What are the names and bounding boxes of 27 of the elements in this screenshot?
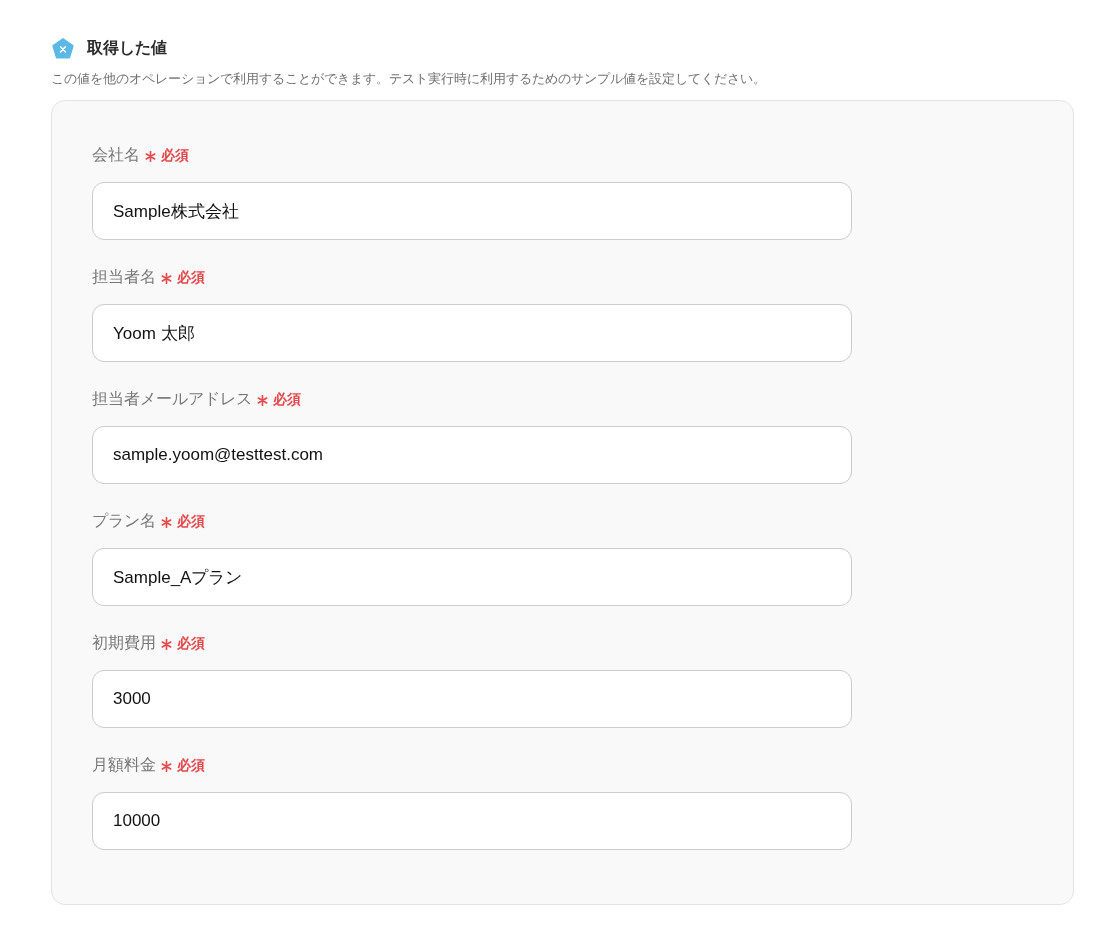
required-text: 必須 (273, 390, 301, 409)
input-field[interactable]: Sample_Aプラン (92, 548, 852, 606)
input-field[interactable]: sample.yoom@testtest.com (92, 426, 852, 484)
field-label: 会社名 (92, 145, 140, 165)
asterisk-icon (145, 151, 156, 162)
field-label: 月額料金 (92, 755, 156, 775)
input-field[interactable]: Yoom 太郎 (92, 304, 852, 362)
asterisk-icon (161, 639, 172, 650)
asterisk-icon (161, 273, 172, 284)
required-text: 必須 (177, 634, 205, 653)
section-title: 取得した値 (87, 38, 167, 58)
field-label: プラン名 (92, 511, 156, 531)
required-text: 必須 (177, 268, 205, 287)
section-description: この値を他のオペレーションで利用することができます。テスト実行時に利用するためのサンプル値を設定してください。 (51, 71, 767, 88)
asterisk-icon (161, 761, 172, 772)
field-label: 初期費用 (92, 633, 156, 653)
input-field[interactable]: 10000 (92, 792, 852, 850)
input-field[interactable]: 3000 (92, 670, 852, 728)
asterisk-icon (161, 517, 172, 528)
required-text: 必須 (161, 146, 189, 165)
pentagon-x-icon (52, 37, 74, 59)
input-field[interactable]: Sample株式会社 (92, 182, 852, 240)
field-label: 担当者名 (92, 267, 156, 287)
required-text: 必須 (177, 756, 205, 775)
field-label: 担当者メールアドレス (92, 389, 252, 409)
asterisk-icon (257, 395, 268, 406)
required-text: 必須 (177, 512, 205, 531)
